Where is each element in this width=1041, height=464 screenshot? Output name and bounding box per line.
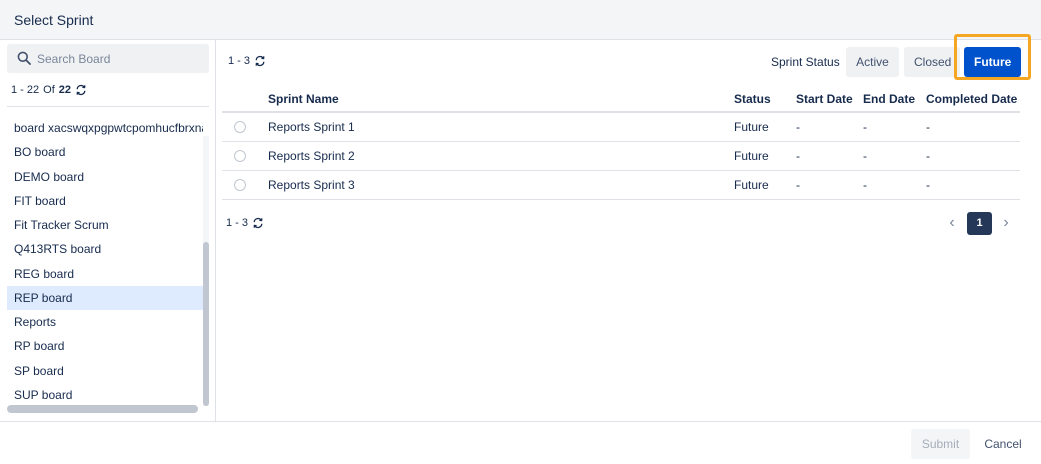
- sprint-status: Future: [734, 178, 769, 192]
- sprint-panel: 1 - 3 Sprint Status Active Closed Future…: [217, 34, 1041, 421]
- chevron-left-icon[interactable]: ‹: [945, 213, 959, 233]
- table-header: Sprint Name Status Start Date End Date C…: [222, 84, 1020, 113]
- board-item[interactable]: board xacswqxpgpwtcpomhucfbrxna: [7, 116, 203, 140]
- board-item[interactable]: BO board: [7, 140, 203, 164]
- dialog-footer: Submit Cancel: [0, 421, 1041, 464]
- sprint-count-bottom: 1 - 3: [226, 217, 264, 229]
- board-sidebar: 1 - 22 Of 22 board xacswqxpgpwtcpomhucfb…: [0, 40, 216, 421]
- board-list-vertical-scrollbar[interactable]: [203, 242, 209, 406]
- sprint-end-date: -: [863, 120, 867, 134]
- sprint-end-date: -: [863, 178, 867, 192]
- status-active-button[interactable]: Active: [846, 47, 899, 77]
- sprint-radio[interactable]: [234, 121, 246, 133]
- sprint-start-date: -: [796, 178, 800, 192]
- board-item[interactable]: FIT board: [7, 189, 203, 213]
- column-header-status[interactable]: Status: [734, 84, 771, 113]
- sprint-completed-date: -: [926, 149, 930, 163]
- sprint-end-date: -: [863, 149, 867, 163]
- status-closed-button[interactable]: Closed: [904, 47, 960, 77]
- sprint-start-date: -: [796, 149, 800, 163]
- board-count: 1 - 22 Of 22: [11, 84, 87, 96]
- column-header-completed-date[interactable]: Completed Date: [926, 84, 1017, 113]
- column-header-sprint-name[interactable]: Sprint Name: [268, 84, 339, 113]
- board-search[interactable]: [7, 44, 209, 73]
- board-item[interactable]: Q413RTS board: [7, 237, 203, 261]
- sprint-radio[interactable]: [234, 150, 246, 162]
- sprint-count-bottom-range: 1 - 3: [226, 217, 249, 229]
- status-future-button[interactable]: Future: [964, 47, 1021, 77]
- board-item-selected[interactable]: REP board: [7, 286, 203, 310]
- cancel-button[interactable]: Cancel: [978, 429, 1028, 459]
- board-list: board xacswqxpgpwtcpomhucfbrxna BO board…: [7, 116, 203, 406]
- search-icon: [17, 51, 31, 65]
- submit-button[interactable]: Submit: [911, 429, 970, 459]
- board-item[interactable]: Fit Tracker Scrum: [7, 213, 203, 237]
- sprint-count-top-range: 1 - 3: [228, 55, 251, 67]
- sprint-status: Future: [734, 149, 769, 163]
- board-item[interactable]: DEMO board: [7, 165, 203, 189]
- board-item[interactable]: RP board: [7, 334, 203, 358]
- sprint-status: Future: [734, 120, 769, 134]
- sprint-status-label: Sprint Status: [771, 55, 840, 69]
- table-row[interactable]: Reports Sprint 2 Future - - -: [222, 142, 1020, 171]
- board-search-input[interactable]: [37, 44, 205, 73]
- select-sprint-dialog: Select Sprint 1 - 22 Of 22 board xacswqx…: [0, 0, 1041, 464]
- sprint-start-date: -: [796, 120, 800, 134]
- table-row[interactable]: Reports Sprint 3 Future - - -: [222, 171, 1020, 200]
- board-count-range: 1 - 22: [11, 84, 40, 96]
- dialog-header: Select Sprint: [0, 0, 1041, 40]
- sprint-name: Reports Sprint 3: [268, 178, 355, 192]
- sprint-radio[interactable]: [234, 179, 246, 191]
- sidebar-divider: [7, 106, 209, 107]
- refresh-icon[interactable]: [254, 55, 266, 67]
- refresh-icon[interactable]: [75, 84, 87, 96]
- column-header-start-date[interactable]: Start Date: [796, 84, 853, 113]
- board-item[interactable]: SUP board: [7, 383, 203, 406]
- sprint-completed-date: -: [926, 120, 930, 134]
- sprint-name: Reports Sprint 2: [268, 149, 355, 163]
- refresh-icon[interactable]: [252, 217, 264, 229]
- sprint-name: Reports Sprint 1: [268, 120, 355, 134]
- board-item[interactable]: Reports: [7, 310, 203, 334]
- board-item[interactable]: REG board: [7, 262, 203, 286]
- table-row[interactable]: Reports Sprint 1 Future - - -: [222, 113, 1020, 142]
- chevron-right-icon[interactable]: ›: [999, 213, 1013, 233]
- pagination-page-current[interactable]: 1: [967, 212, 992, 235]
- board-list-horizontal-scrollbar[interactable]: [7, 405, 198, 413]
- board-count-of: Of: [43, 84, 55, 96]
- dialog-title: Select Sprint: [14, 12, 94, 28]
- sprint-completed-date: -: [926, 178, 930, 192]
- board-count-total: 22: [58, 84, 72, 96]
- column-header-end-date[interactable]: End Date: [863, 84, 915, 113]
- sprint-count-top: 1 - 3: [228, 55, 266, 67]
- board-item[interactable]: SP board: [7, 359, 203, 383]
